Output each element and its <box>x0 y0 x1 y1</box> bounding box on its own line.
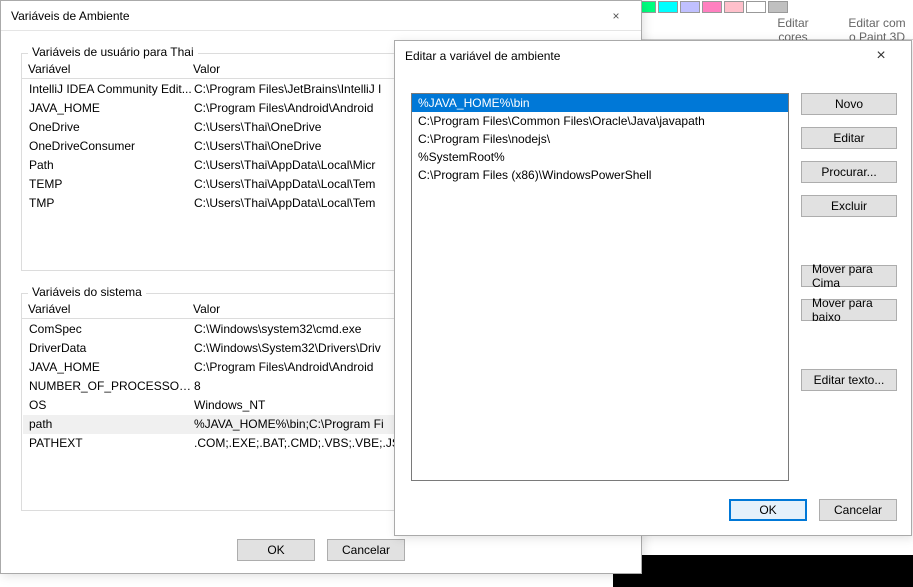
row-variable: Path <box>29 156 194 175</box>
row-variable: TMP <box>29 194 194 213</box>
row-variable: path <box>29 415 194 434</box>
spacer <box>801 229 897 253</box>
spacer <box>801 333 897 357</box>
path-close-button[interactable]: × <box>861 47 901 65</box>
env-footer: OK Cancelar <box>1 539 641 561</box>
path-item[interactable]: %JAVA_HOME%\bin <box>412 94 788 112</box>
color-swatch[interactable] <box>658 1 678 13</box>
row-variable: DriverData <box>29 339 194 358</box>
row-variable: PATHEXT <box>29 434 194 453</box>
env-titlebar: Variáveis de Ambiente × <box>1 1 641 31</box>
path-move-up-button[interactable]: Mover para Cima <box>801 265 897 287</box>
path-item[interactable]: C:\Program Files\Common Files\Oracle\Jav… <box>412 112 788 130</box>
env-title: Variáveis de Ambiente <box>11 1 130 31</box>
path-title: Editar a variável de ambiente <box>405 49 560 63</box>
row-variable: JAVA_HOME <box>29 99 194 118</box>
path-buttons-column: Novo Editar Procurar... Excluir Mover pa… <box>801 93 897 391</box>
path-new-button[interactable]: Novo <box>801 93 897 115</box>
path-ok-button[interactable]: OK <box>729 499 807 521</box>
edit-path-dialog: Editar a variável de ambiente × %JAVA_HO… <box>394 40 912 536</box>
row-variable: OS <box>29 396 194 415</box>
path-cancel-button[interactable]: Cancelar <box>819 499 897 521</box>
path-titlebar: Editar a variável de ambiente × <box>395 41 911 71</box>
path-browse-button[interactable]: Procurar... <box>801 161 897 183</box>
path-item[interactable]: %SystemRoot% <box>412 148 788 166</box>
path-item[interactable]: C:\Program Files\nodejs\ <box>412 130 788 148</box>
env-close-button[interactable]: × <box>601 1 631 31</box>
row-variable: IntelliJ IDEA Community Edit... <box>29 80 194 99</box>
system-vars-legend: Variáveis do sistema <box>28 285 146 299</box>
row-variable: NUMBER_OF_PROCESSORS <box>29 377 194 396</box>
col-header-variable[interactable]: Variável <box>28 300 193 318</box>
row-variable: OneDriveConsumer <box>29 137 194 156</box>
row-variable: OneDrive <box>29 118 194 137</box>
path-edit-text-button[interactable]: Editar texto... <box>801 369 897 391</box>
color-swatch[interactable] <box>680 1 700 13</box>
row-variable: JAVA_HOME <box>29 358 194 377</box>
path-item[interactable]: C:\Program Files (x86)\WindowsPowerShell <box>412 166 788 184</box>
black-strip-background <box>613 555 913 587</box>
path-list[interactable]: %JAVA_HOME%\binC:\Program Files\Common F… <box>411 93 789 481</box>
user-vars-legend: Variáveis de usuário para Thai <box>28 45 198 59</box>
color-swatch[interactable] <box>768 1 788 13</box>
path-edit-button[interactable]: Editar <box>801 127 897 149</box>
env-cancel-button[interactable]: Cancelar <box>327 539 405 561</box>
color-swatch[interactable] <box>702 1 722 13</box>
path-move-down-button[interactable]: Mover para baixo <box>801 299 897 321</box>
row-variable: TEMP <box>29 175 194 194</box>
col-header-variable[interactable]: Variável <box>28 60 193 78</box>
color-swatch[interactable] <box>724 1 744 13</box>
path-footer: OK Cancelar <box>729 499 897 521</box>
color-swatch[interactable] <box>746 1 766 13</box>
row-variable: ComSpec <box>29 320 194 339</box>
env-ok-button[interactable]: OK <box>237 539 315 561</box>
path-delete-button[interactable]: Excluir <box>801 195 897 217</box>
